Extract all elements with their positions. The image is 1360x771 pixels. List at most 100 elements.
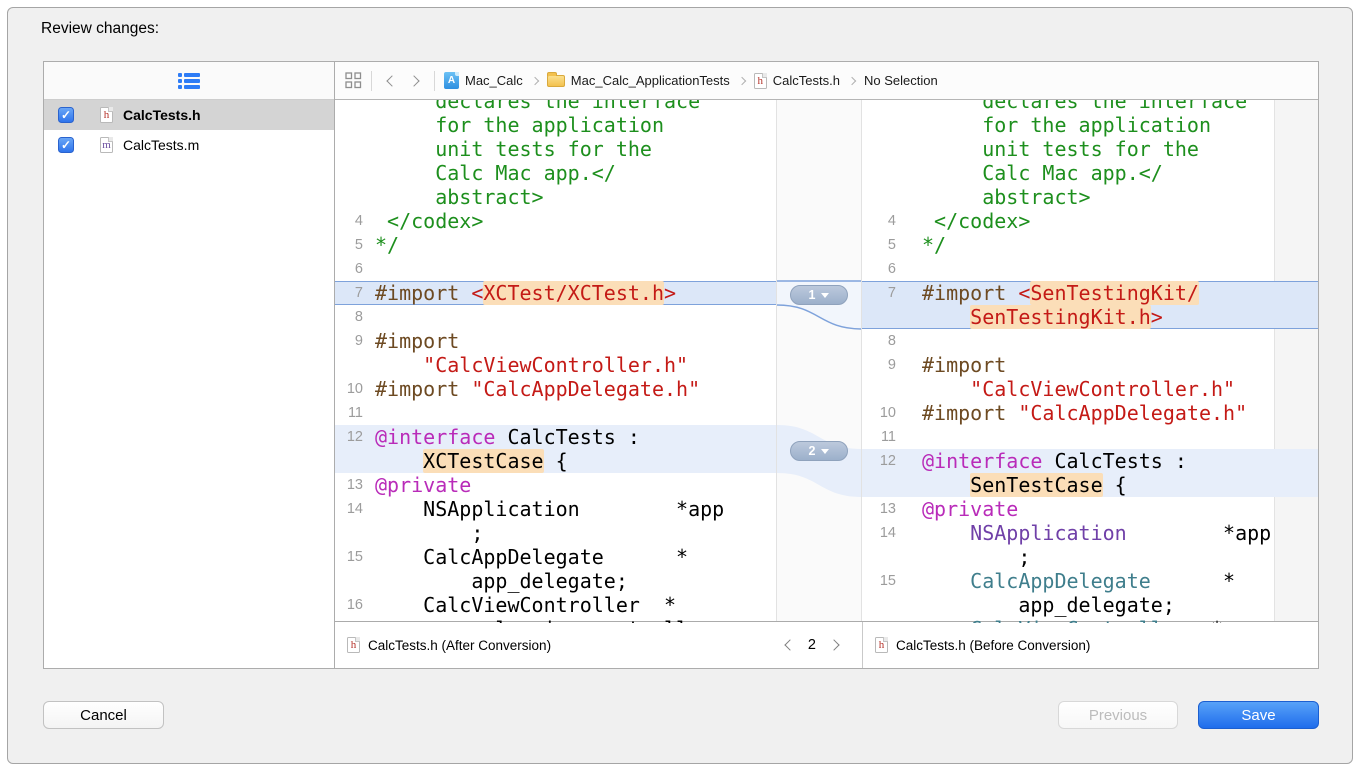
code-row: ; — [335, 521, 776, 545]
code-row: XCTestCase { — [335, 449, 776, 473]
code-token: { — [1103, 473, 1127, 497]
code-row: 11 — [862, 425, 1318, 449]
file-checkbox[interactable]: ✓ — [58, 137, 74, 153]
code-token: for the application — [922, 113, 1211, 137]
file-checkbox[interactable]: ✓ — [58, 107, 74, 123]
code-token: ; — [922, 545, 1030, 569]
code-row: calc_view_controller — [335, 617, 776, 623]
code-text: #import — [906, 353, 1006, 377]
code-row: 15 CalcAppDelegate * — [335, 545, 776, 569]
line-number: 13 — [862, 497, 906, 521]
diff-right-pane[interactable]: declares the interface for the applicati… — [862, 100, 1318, 623]
line-number: 6 — [862, 257, 906, 281]
change-index: 2 — [808, 637, 816, 653]
diff-left-pane[interactable]: declares the interface for the applicati… — [335, 100, 777, 623]
code-row: "CalcViewController.h" — [335, 353, 776, 377]
file-sidebar: ✓ h CalcTests.h ✓ m CalcTests.m — [44, 62, 335, 668]
code-row: 14 NSApplication *app — [862, 521, 1318, 545]
line-number — [862, 593, 906, 617]
line-number — [335, 353, 371, 377]
code-text — [371, 257, 375, 281]
code-text: declares the interface — [906, 100, 1247, 113]
back-icon[interactable] — [386, 75, 397, 86]
code-row: declares the interface — [335, 100, 776, 113]
line-number — [862, 100, 906, 113]
code-token: "CalcViewController.h" — [375, 353, 688, 377]
next-change-icon[interactable] — [828, 639, 839, 650]
list-view-icon[interactable] — [178, 72, 200, 89]
save-button[interactable]: Save — [1198, 701, 1319, 729]
code-token: @interface — [375, 425, 495, 449]
code-text: #import — [371, 329, 459, 353]
code-text: CalcAppDelegate * — [906, 569, 1235, 593]
code-token: */ — [922, 233, 946, 257]
line-number — [335, 161, 371, 185]
code-row: 5*/ — [335, 233, 776, 257]
diff-editor: A Mac_Calc Mac_Calc_ApplicationTests h C… — [335, 62, 1318, 668]
line-number — [862, 473, 906, 497]
code-row: 14 NSApplication *app — [335, 497, 776, 521]
code-text: ; — [906, 545, 1030, 569]
code-text: @private — [906, 497, 1018, 521]
code-token: ; — [375, 521, 483, 545]
change-number: 2 — [809, 444, 816, 458]
breadcrumb-selection[interactable]: No Selection — [864, 73, 938, 88]
code-text: */ — [371, 233, 399, 257]
code-token: { — [544, 449, 568, 473]
jump-bar: A Mac_Calc Mac_Calc_ApplicationTests h C… — [335, 62, 1318, 100]
file-row-calctests-m[interactable]: ✓ m CalcTests.m — [44, 130, 334, 160]
line-number — [335, 137, 371, 161]
change-navigator: 2 — [786, 637, 838, 653]
code-token: declares the interface — [922, 100, 1247, 113]
code-token: CalcViewController — [922, 617, 1187, 623]
code-token: declares the interface — [375, 100, 700, 113]
line-number — [335, 113, 371, 137]
code-row: 12@interface CalcTests : — [862, 449, 1318, 473]
code-token: @private — [922, 497, 1018, 521]
cancel-button[interactable]: Cancel — [43, 701, 164, 729]
forward-icon[interactable] — [408, 75, 419, 86]
breadcrumb-separator — [848, 76, 856, 84]
code-row: 4 </codex> — [335, 209, 776, 233]
file-row-calctests-h[interactable]: ✓ h CalcTests.h — [44, 100, 334, 130]
h-file-icon: h — [754, 73, 767, 89]
code-token: CalcAppDelegate — [922, 569, 1151, 593]
line-number: 5 — [862, 233, 906, 257]
code-text: CalcViewController * — [371, 593, 676, 617]
breadcrumb-file[interactable]: h CalcTests.h — [754, 73, 840, 89]
code-row: 11 — [335, 401, 776, 425]
code-token: #import — [375, 377, 471, 401]
line-number — [862, 305, 906, 329]
footer-right: h CalcTests.h (Before Conversion) — [862, 622, 1318, 668]
breadcrumb-group[interactable]: Mac_Calc_ApplicationTests — [547, 73, 730, 88]
code-row: 8 — [862, 329, 1318, 353]
code-token: CalcAppDelegate * — [375, 545, 688, 569]
h-file-icon: h — [347, 637, 360, 653]
code-token: SenTestingKit.h — [970, 305, 1151, 329]
code-text: SenTestingKit.h> — [906, 305, 1163, 329]
related-items-icon[interactable] — [345, 72, 362, 89]
code-text: NSApplication *app — [371, 497, 724, 521]
code-token: for the application — [375, 113, 664, 137]
diff-code-area: declares the interface for the applicati… — [335, 100, 1318, 623]
code-token: *app — [1127, 521, 1272, 545]
previous-change-icon[interactable] — [784, 639, 795, 650]
breadcrumb-project[interactable]: A Mac_Calc — [444, 72, 523, 89]
code-text: app_delegate; — [906, 593, 1175, 617]
change-bubble[interactable]: 2 — [790, 441, 848, 461]
breadcrumb-separator — [531, 76, 539, 84]
previous-button[interactable]: Previous — [1058, 701, 1178, 729]
line-number — [862, 161, 906, 185]
code-token: app_delegate; — [375, 569, 628, 593]
code-text: XCTestCase { — [371, 449, 568, 473]
code-token: </codex> — [922, 209, 1030, 233]
code-text — [906, 329, 922, 353]
line-number — [335, 449, 371, 473]
line-number: 11 — [335, 401, 371, 425]
code-token: unit tests for the — [922, 137, 1199, 161]
code-text: declares the interface — [371, 100, 700, 113]
change-bubble[interactable]: 1 — [790, 285, 848, 305]
code-token: "CalcAppDelegate.h" — [471, 377, 700, 401]
code-text: app_delegate; — [371, 569, 628, 593]
code-row: for the application — [335, 113, 776, 137]
